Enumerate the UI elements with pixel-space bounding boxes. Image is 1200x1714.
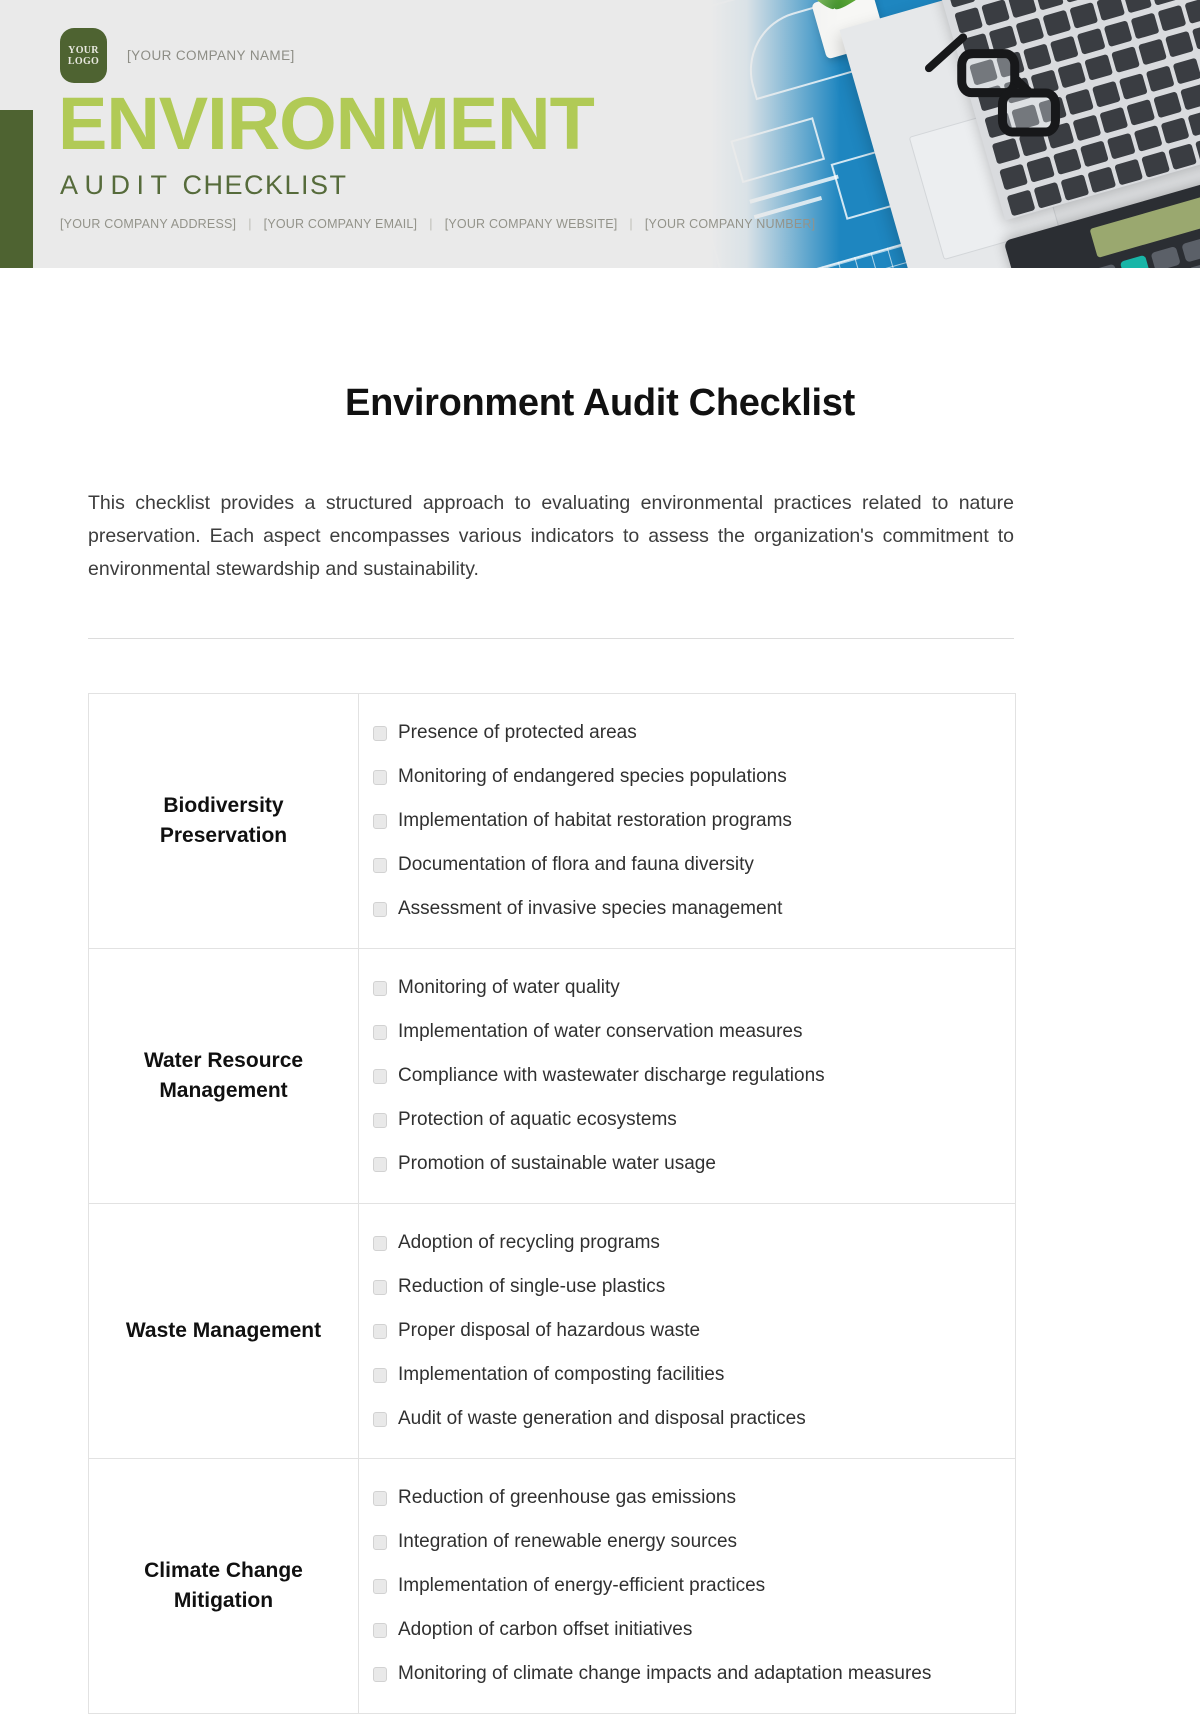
checklist-items-cell: Adoption of recycling programs Reduction … [358,1203,1016,1459]
logo-row: YOUR LOGO [YOUR COMPANY NAME] [60,28,295,83]
contact-separator: | [248,217,252,231]
company-name-placeholder: [YOUR COMPANY NAME] [127,48,295,63]
checklist-item[interactable]: Assessment of invasive species managemen… [373,887,1015,931]
checkbox-icon[interactable] [373,901,387,917]
checklist-item[interactable]: Presence of protected areas [373,711,1015,755]
checklist-item-label: Proper disposal of hazardous waste [398,1320,701,1341]
checklist-item[interactable]: Implementation of water conservation mea… [373,1010,1015,1054]
accent-stripe [0,110,33,268]
checklist-category-cell: Water Resource Management [88,948,359,1204]
checklist-item[interactable]: Implementation of composting facilities [373,1353,1015,1397]
checkbox-icon[interactable] [373,1622,387,1638]
checklist-item[interactable]: Protection of aquatic ecosystems [373,1098,1015,1142]
header-title: ENVIRONMENT [58,82,595,165]
checklist-item-label: Assessment of invasive species managemen… [398,898,783,919]
contact-website: [YOUR COMPANY WEBSITE] [444,217,618,231]
logo-line-1: YOUR [68,44,99,56]
checklist-item-label: Implementation of habitat restoration pr… [398,810,792,831]
checklist-item-label: Audit of waste generation and disposal p… [398,1408,806,1429]
checklist-item[interactable]: Audit of waste generation and disposal p… [373,1397,1015,1441]
checklist-item[interactable]: Monitoring of climate change impacts and… [373,1652,1015,1696]
checklist-item[interactable]: Monitoring of endangered species populat… [373,755,1015,799]
checklist-item-label: Protection of aquatic ecosystems [398,1109,677,1130]
checklist-items-cell: Monitoring of water quality Implementatio… [358,948,1016,1204]
checkbox-icon[interactable] [373,857,387,873]
checklist-item-label: Monitoring of endangered species populat… [398,766,787,787]
checklist-category-cell: Climate Change Mitigation [88,1458,359,1714]
checkbox-icon[interactable] [373,980,387,996]
checklist-row: Water Resource Management Monitoring of w… [88,948,1016,1204]
checkbox-icon[interactable] [373,1112,387,1128]
checklist-item-label: Adoption of recycling programs [398,1232,660,1253]
checklist-item[interactable]: Documentation of flora and fauna diversi… [373,843,1015,887]
checklist-item-label: Reduction of single-use plastics [398,1276,666,1297]
logo-line-2: LOGO [67,55,100,67]
checklist-item-label: Monitoring of climate change impacts and… [398,1663,932,1684]
checklist-category-cell: Biodiversity Preservation [88,693,359,949]
checkbox-icon[interactable] [373,1367,387,1383]
checklist-item[interactable]: Promotion of sustainable water usage [373,1142,1015,1186]
checklist-row: Waste Management Adoption of recycling pr… [88,1203,1016,1459]
checklist-item-label: Promotion of sustainable water usage [398,1153,716,1174]
checkbox-icon[interactable] [373,813,387,829]
checklist-item[interactable]: Proper disposal of hazardous waste [373,1309,1015,1353]
contact-separator: | [629,217,633,231]
page-title: Environment Audit Checklist [345,382,855,424]
checklist-item[interactable]: Integration of renewable energy sources [373,1520,1015,1564]
checklist-row: Climate Change Mitigation Reduction of gr… [88,1458,1016,1714]
contact-number: [YOUR COMPANY NUMBER] [644,217,816,231]
checklist-item[interactable]: Adoption of carbon offset initiatives [373,1608,1015,1652]
contact-email: [YOUR COMPANY EMAIL] [263,217,418,231]
contact-separator: | [429,217,433,231]
checklist-category-cell: Waste Management [88,1203,359,1459]
checkbox-icon[interactable] [373,1024,387,1040]
checkbox-icon[interactable] [373,1666,387,1682]
checklist-item[interactable]: Reduction of greenhouse gas emissions [373,1476,1015,1520]
checklist-item[interactable]: Adoption of recycling programs [373,1221,1015,1265]
checklist-item-label: Presence of protected areas [398,722,637,743]
checkbox-icon[interactable] [373,725,387,741]
checkbox-icon[interactable] [373,1534,387,1550]
intro-paragraph: This checklist provides a structured app… [88,492,1014,580]
checklist-items-cell: Presence of protected areas Monitoring of… [358,693,1016,949]
header-subtitle-word-1: AUDIT [60,170,174,200]
page-body: Environment Audit Checklist This checkli… [0,382,1200,1714]
checkbox-icon[interactable] [373,769,387,785]
section-divider [88,638,1014,639]
contact-row: [YOUR COMPANY ADDRESS] | [YOUR COMPANY E… [60,217,815,231]
checklist-item[interactable]: Implementation of habitat restoration pr… [373,799,1015,843]
document-header: YOUR LOGO [YOUR COMPANY NAME] ENVIRONMEN… [0,0,1200,268]
checklist-item-label: Implementation of energy-efficient pract… [398,1575,766,1596]
header-subtitle: AUDIT CHECKLIST [60,170,348,200]
checklist-items-cell: Reduction of greenhouse gas emissions Int… [358,1458,1016,1714]
checkbox-icon[interactable] [373,1156,387,1172]
checklist-row: Biodiversity Preservation Presence of pro… [88,693,1016,949]
company-logo: YOUR LOGO [60,28,107,83]
checkbox-icon[interactable] [373,1578,387,1594]
checklist-item[interactable]: Monitoring of water quality [373,966,1015,1010]
checklist-item-label: Integration of renewable energy sources [398,1531,738,1552]
checkbox-icon[interactable] [373,1490,387,1506]
checklist-item[interactable]: Implementation of energy-efficient pract… [373,1564,1015,1608]
contact-address: [YOUR COMPANY ADDRESS] [60,217,237,231]
checklist-table-body: Biodiversity Preservation Presence of pro… [88,693,1016,1714]
checklist-item[interactable]: Compliance with wastewater discharge reg… [373,1054,1015,1098]
checklist-item-label: Implementation of composting facilities [398,1364,725,1385]
checklist-item-label: Documentation of flora and fauna diversi… [398,854,754,875]
checkbox-icon[interactable] [373,1411,387,1427]
checkbox-icon[interactable] [373,1235,387,1251]
checklist-item-label: Reduction of greenhouse gas emissions [398,1487,736,1508]
checkbox-icon[interactable] [373,1279,387,1295]
checkbox-icon[interactable] [373,1068,387,1084]
checklist-table: Biodiversity Preservation Presence of pro… [88,693,1016,1714]
checklist-item-label: Implementation of water conservation mea… [398,1021,803,1042]
checklist-item[interactable]: Reduction of single-use plastics [373,1265,1015,1309]
checklist-item-label: Compliance with wastewater discharge reg… [398,1065,825,1086]
checklist-item-label: Adoption of carbon offset initiatives [398,1619,693,1640]
checklist-item-label: Monitoring of water quality [398,977,620,998]
header-subtitle-word-2: CHECKLIST [182,170,348,200]
checkbox-icon[interactable] [373,1323,387,1339]
